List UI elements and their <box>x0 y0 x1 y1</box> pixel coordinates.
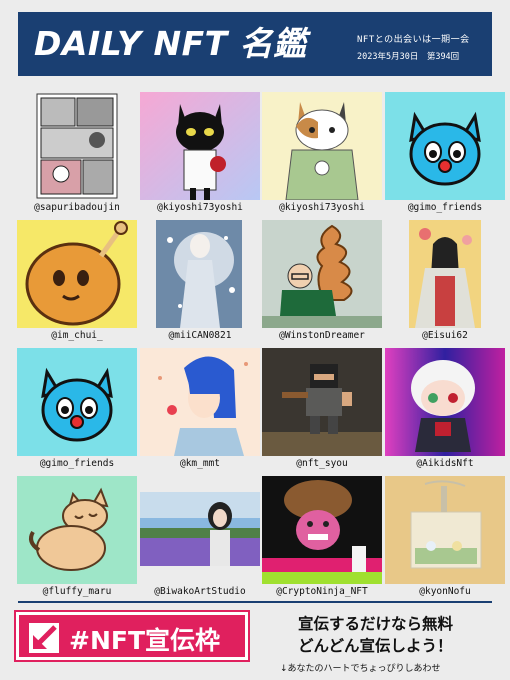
promo-badge: #NFT宣伝枠 <box>14 610 250 662</box>
nft-card[interactable]: @nft_syou <box>262 348 382 478</box>
promo-note: ↓あなたのハートでちょっぴりしあわせ <box>280 664 441 674</box>
creator-handle[interactable]: @WinstonDreamer <box>262 330 382 341</box>
chibi-character-image[interactable] <box>385 348 505 456</box>
nft-card[interactable]: @sapuribadoujin <box>17 92 137 222</box>
nft-card[interactable]: @kiyoshi73yoshi <box>140 92 260 222</box>
promo-headline: 宣伝するだけなら無料 <box>298 615 454 633</box>
mushroom-ninja-image[interactable] <box>262 476 382 584</box>
creator-handle[interactable]: @gimo_friends <box>17 458 137 469</box>
issue-date: 2023年5月30日 第394回 <box>357 52 460 62</box>
japanese-painting-image[interactable] <box>385 220 505 328</box>
nft-card[interactable]: @im_chui_ <box>17 220 137 350</box>
nft-card[interactable]: @Eisui62 <box>385 220 505 350</box>
nft-card[interactable]: @gimo_friends <box>17 348 137 478</box>
manga-comic-image[interactable] <box>17 92 137 200</box>
nft-card[interactable]: @CryptoNinja_NFT <box>262 476 382 606</box>
blue-hair-girl-image[interactable] <box>140 348 260 456</box>
tagline: NFTとの出会いは一期一会 <box>357 35 470 45</box>
creator-handle[interactable]: @kiyoshi73yoshi <box>140 202 260 213</box>
creator-handle[interactable]: @AikidsNft <box>385 458 505 469</box>
creator-handle[interactable]: @kiyoshi73yoshi <box>262 202 382 213</box>
creator-handle[interactable]: @Eisui62 <box>385 330 505 341</box>
nft-card[interactable]: @BiwakoArtStudio <box>140 476 260 606</box>
creator-handle[interactable]: @BiwakoArtStudio <box>140 586 260 597</box>
creator-handle[interactable]: @fluffy_maru <box>17 586 137 597</box>
creator-handle[interactable]: @nft_syou <box>262 458 382 469</box>
nft-card[interactable]: @kiyoshi73yoshi <box>262 92 382 222</box>
blue-cat-image[interactable] <box>17 348 137 456</box>
creator-handle[interactable]: @gimo_friends <box>385 202 505 213</box>
arrow-down-left-icon <box>29 623 59 653</box>
flower-field-portrait-image[interactable] <box>140 476 260 584</box>
nft-card[interactable]: @kyonNofu <box>385 476 505 606</box>
black-cat-image[interactable] <box>140 92 260 200</box>
nft-card[interactable]: @miiCAN0821 <box>140 220 260 350</box>
section-divider <box>18 601 492 603</box>
fantasy-angel-image[interactable] <box>140 220 260 328</box>
soft-serve-character-image[interactable] <box>262 220 382 328</box>
calico-cat-samurai-image[interactable] <box>262 92 382 200</box>
nft-card[interactable]: @WinstonDreamer <box>262 220 382 350</box>
promo-subheadline: どんどん宣伝しよう！ <box>298 637 453 655</box>
page-title: DAILY NFT 名鑑 <box>34 24 307 63</box>
nft-card[interactable]: @fluffy_maru <box>17 476 137 606</box>
header-banner: DAILY NFT 名鑑 NFTとの出会いは一期一会 2023年5月30日 第3… <box>18 12 492 76</box>
creator-handle[interactable]: @CryptoNinja_NFT <box>262 586 382 597</box>
creator-handle[interactable]: @sapuribadoujin <box>17 202 137 213</box>
creator-handle[interactable]: @im_chui_ <box>17 330 137 341</box>
miniature-terrarium-image[interactable] <box>385 476 505 584</box>
potato-character-image[interactable] <box>17 220 137 328</box>
creator-handle[interactable]: @kyonNofu <box>385 586 505 597</box>
blue-cat-image[interactable] <box>385 92 505 200</box>
sleeping-cat-image[interactable] <box>17 476 137 584</box>
nft-card[interactable]: @gimo_friends <box>385 92 505 222</box>
nft-card[interactable]: @km_mmt <box>140 348 260 478</box>
pixel-ninja-image[interactable] <box>262 348 382 456</box>
creator-handle[interactable]: @miiCAN0821 <box>140 330 260 341</box>
promo-badge-label: #NFT宣伝枠 <box>69 626 221 655</box>
nft-card[interactable]: @AikidsNft <box>385 348 505 478</box>
creator-handle[interactable]: @km_mmt <box>140 458 260 469</box>
